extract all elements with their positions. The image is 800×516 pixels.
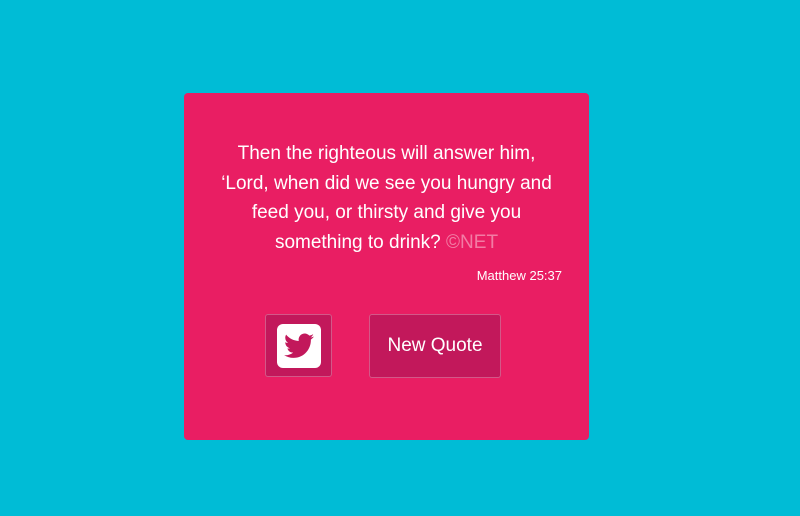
- quote-author: Matthew 25:37: [476, 268, 562, 283]
- quote-card: Then the righteous will answer him, ‘Lor…: [184, 93, 589, 440]
- quote-attribution: ©NET: [446, 231, 499, 253]
- new-quote-button[interactable]: New Quote: [369, 314, 501, 378]
- quote-text-block: Then the righteous will answer him, ‘Lor…: [214, 139, 559, 257]
- tweet-button[interactable]: [265, 314, 332, 377]
- twitter-icon: [276, 323, 321, 368]
- quote-text: Then the righteous will answer him, ‘Lor…: [221, 143, 552, 253]
